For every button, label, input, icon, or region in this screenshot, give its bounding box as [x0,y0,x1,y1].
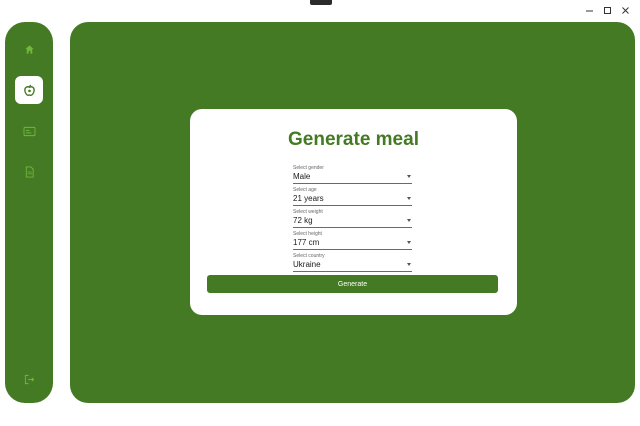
sidebar-item-meal[interactable] [15,76,43,104]
height-value: 177 cm [293,238,320,247]
window-controls [580,3,634,17]
chevron-down-icon [407,175,411,178]
minimize-icon [585,10,593,11]
height-label: Select height [293,231,322,237]
weight-select[interactable]: Select weight 72 kg [293,209,412,228]
sidebar-item-home[interactable] [15,35,43,63]
title-bar-grip[interactable] [310,0,332,5]
age-value: 21 years [293,194,324,203]
card-icon [23,126,35,136]
age-label: Select age [293,187,317,193]
page-title: Generate meal [288,129,419,150]
generate-button[interactable]: Generate [207,275,498,293]
sidebar [5,22,53,403]
gender-value: Male [293,172,311,181]
main-panel: Generate meal Select gender Male Select … [70,22,635,403]
logout-icon [24,374,34,384]
chevron-down-icon [407,241,411,244]
weight-label: Select weight [293,209,323,215]
height-select[interactable]: Select height 177 cm [293,231,412,250]
chevron-down-icon [407,263,411,266]
close-button[interactable] [616,3,634,17]
chevron-down-icon [407,197,411,200]
weight-value: 72 kg [293,216,313,225]
country-label: Select country [293,253,325,259]
generate-meal-card: Generate meal Select gender Male Select … [190,109,517,315]
country-select[interactable]: Select country Ukraine [293,253,412,272]
chevron-down-icon [407,219,411,222]
gender-select[interactable]: Select gender Male [293,165,412,184]
document-icon [25,166,34,178]
close-icon [621,6,629,14]
maximize-button[interactable] [598,3,616,17]
sidebar-logout[interactable] [15,365,43,393]
sidebar-item-cards[interactable] [15,117,43,145]
age-select[interactable]: Select age 21 years [293,187,412,206]
home-icon [24,44,34,54]
maximize-icon [603,6,611,14]
gender-label: Select gender [293,165,324,171]
country-value: Ukraine [293,260,321,269]
minimize-button[interactable] [580,3,598,17]
sidebar-item-documents[interactable] [15,158,43,186]
apple-icon [23,84,35,96]
